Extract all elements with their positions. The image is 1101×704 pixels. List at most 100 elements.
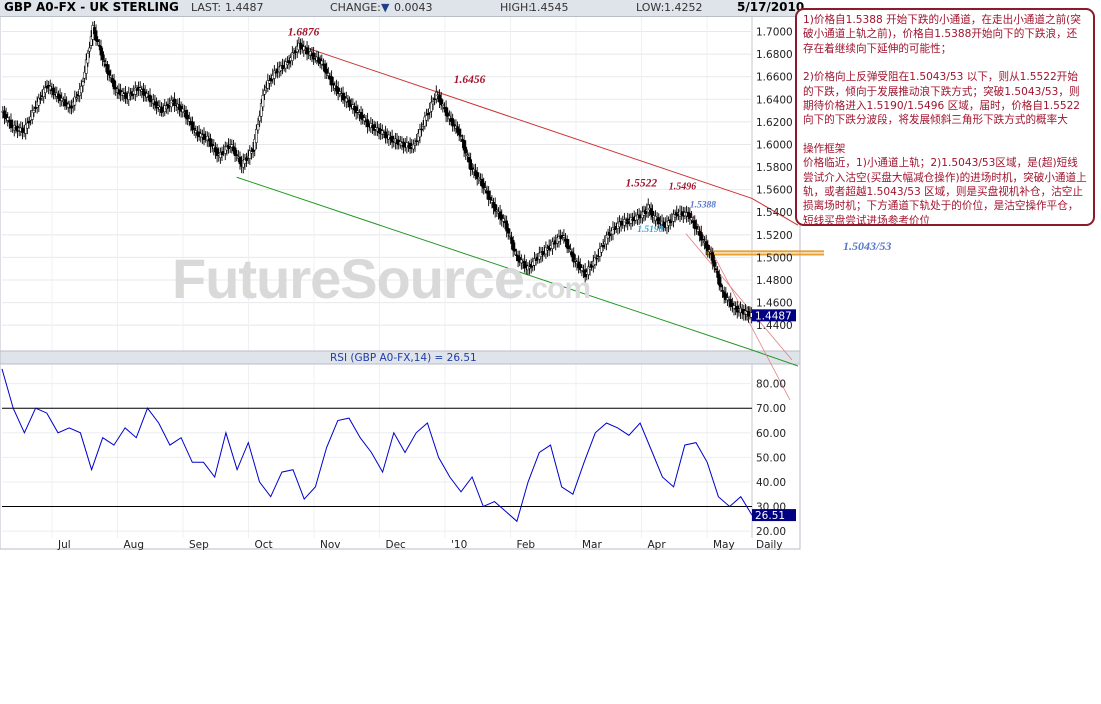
candle-body [413, 143, 417, 146]
candle-body [506, 228, 510, 234]
rsi-tick-label: 80.00 [756, 379, 786, 391]
candle-body [292, 53, 296, 56]
change-value: 0.0043 [394, 1, 433, 14]
rsi-tick-label: 60.00 [756, 428, 786, 440]
candle-body [356, 110, 360, 113]
candle-body [258, 115, 261, 122]
candle-body [495, 209, 499, 212]
price-tick-label: 1.4800 [756, 275, 793, 287]
symbol-title: GBP A0-FX - UK STERLING [4, 0, 179, 14]
chart-header: GBP A0-FX - UK STERLING LAST: 1.4487 CHA… [0, 0, 804, 17]
time-tick-label: '10 [451, 539, 467, 551]
rsi-title: RSI (GBP A0-FX,14) = 26.51 [330, 352, 477, 364]
price-tick-label: 1.4600 [756, 298, 793, 310]
candle-body [701, 238, 705, 241]
candle-body [186, 114, 190, 120]
change-down-icon: ▼ [381, 1, 390, 14]
candle-body [235, 154, 239, 156]
candle-body [713, 260, 716, 267]
candle-body [464, 146, 468, 154]
rsi-tick-label: 70.00 [756, 403, 786, 415]
rsi-last-label: 26.51 [755, 510, 785, 522]
price-annotation: 1.5190 [637, 225, 663, 235]
candle-body [431, 101, 435, 105]
candle-body [169, 99, 173, 108]
candle-body [256, 124, 260, 131]
price-annotation: 1.5496 [669, 181, 697, 192]
candle-body [32, 109, 36, 113]
time-tick-label: Feb [517, 539, 536, 551]
candle-body [245, 157, 248, 161]
time-tick-label: Sep [189, 539, 209, 551]
price-annotation: 1.6456 [454, 74, 486, 86]
candle-body [420, 128, 423, 131]
candle-body [148, 94, 152, 103]
candle-body [482, 182, 486, 189]
candle-body [508, 235, 512, 237]
candle-body [690, 217, 693, 221]
candle-body [338, 91, 342, 94]
note-point-2: 2)价格向上反弹受阻在1.5043/53 以下，则从1.5522开始的下跌，倾向… [803, 71, 1081, 127]
time-tick-label: Aug [124, 539, 145, 551]
candle-body [418, 129, 422, 138]
candle-body [326, 73, 330, 76]
candle-body [452, 124, 456, 126]
price-tick-label: 1.6200 [756, 117, 793, 129]
candle-body [86, 52, 90, 64]
candle-body [562, 235, 566, 238]
price-annotation: 1.6876 [288, 27, 320, 39]
candle-body [107, 70, 111, 76]
price-tick-label: 1.6000 [756, 139, 793, 151]
candle-body [502, 218, 505, 222]
note-point-1: 1)价格自1.5388 开始下跌的小通道，在走出小通道之前(突破小通道上轨之前)… [803, 14, 1081, 55]
high-label: HIGH: [500, 1, 533, 14]
time-tick-label: Dec [386, 539, 407, 551]
time-tick-label: Apr [648, 539, 667, 551]
candle-body [75, 97, 78, 100]
last-label: LAST: [191, 1, 222, 14]
candle-body [102, 60, 106, 62]
candle-body [88, 47, 91, 52]
candle-body [600, 246, 603, 253]
chart-date: 5/17/2010 [737, 0, 805, 14]
candle-body [735, 305, 739, 313]
price-tick-label: 1.6800 [756, 49, 793, 61]
candle-body [484, 187, 487, 191]
candle-body [425, 115, 428, 121]
candle-body [466, 154, 469, 156]
candle-body [101, 51, 104, 61]
candle-body [109, 75, 113, 78]
candle-body [657, 217, 661, 225]
price-tick-label: 1.5800 [756, 162, 793, 174]
candle-body [470, 167, 474, 170]
note-heading: 操作框架 [803, 142, 846, 155]
candle-body [27, 120, 31, 124]
price-tick-label: 1.6400 [756, 94, 793, 106]
candle-body [81, 81, 85, 87]
last-price-label: 1.4487 [755, 310, 792, 322]
candle-body [79, 85, 83, 94]
candle-body [320, 60, 324, 65]
watermark-main: FutureSource [172, 247, 525, 310]
candle-body [6, 117, 10, 121]
candle-body [312, 52, 315, 60]
time-tick-label: Nov [320, 539, 341, 551]
price-tick-label: 1.5000 [756, 252, 793, 264]
candle-body [488, 197, 492, 201]
candle-body [261, 95, 265, 108]
price-tick-label: 1.5600 [756, 185, 793, 197]
candle-body [714, 268, 718, 271]
candle-body [210, 143, 214, 146]
candle-body [601, 244, 605, 248]
note-framework: 价格临近，1)小通道上轨；2)1.5043/53区域，是(超)短线尝试介入沽空(… [803, 157, 1087, 227]
candle-body [441, 103, 445, 107]
time-tick-label: Oct [255, 539, 273, 551]
candle-body [133, 87, 137, 95]
rsi-tick-label: 50.00 [756, 452, 786, 464]
candle-body [94, 30, 98, 41]
candle-body [719, 283, 723, 288]
candle-body [187, 118, 191, 122]
candle-body [263, 90, 266, 95]
last-value: 1.4487 [225, 1, 264, 14]
high-value: 1.4545 [530, 1, 569, 14]
